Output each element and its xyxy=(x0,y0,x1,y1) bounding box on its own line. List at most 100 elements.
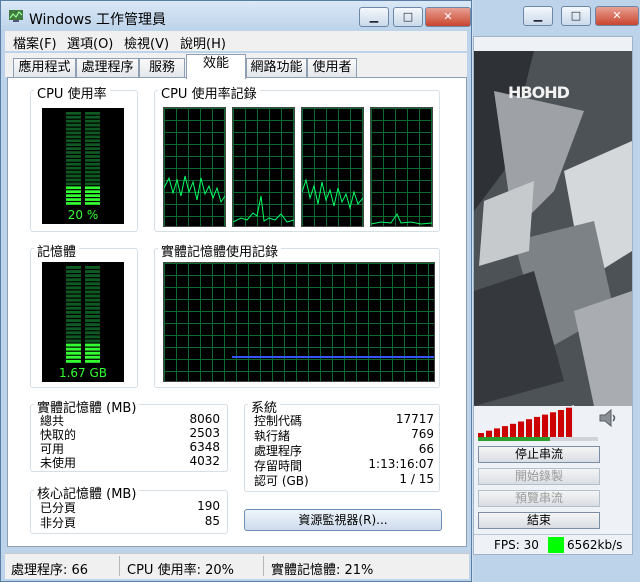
cpu-meter-segment-on xyxy=(66,186,81,190)
video-frame[interactable]: HBOHD xyxy=(474,51,632,406)
stop-stream-button[interactable]: 停止串流 xyxy=(478,446,600,463)
cpu-meter-segment-off xyxy=(66,135,81,139)
status-bar: 處理程序: 66 CPU 使用率: 20% 實體記憶體: 21% xyxy=(5,553,469,579)
cpu-meter-segment-off xyxy=(85,123,100,127)
cpu-meter-segment-off xyxy=(66,143,81,146)
cpu-meter-segment-off xyxy=(66,162,81,166)
speaker-icon[interactable] xyxy=(598,407,620,432)
memory-meter-segment-on xyxy=(85,359,100,363)
app-icon xyxy=(9,10,23,22)
cpu-meter-segment-on xyxy=(85,198,100,201)
memory-history-line xyxy=(232,356,434,358)
close-button[interactable]: ✕ xyxy=(425,7,471,27)
status-divider xyxy=(263,556,264,576)
player-body: HBOHD 停止串流 開始錄製 預覽串流 結束 FPS: 30 6562kb/s xyxy=(473,36,633,555)
cpu-meter-segment-off xyxy=(85,131,100,135)
cpu-history-graph-core2 xyxy=(232,107,295,227)
player-close-button[interactable]: ✕ xyxy=(595,6,639,26)
memory-meter-segment-on xyxy=(85,347,100,351)
preview-stream-button[interactable]: 預覽串流 xyxy=(478,490,600,507)
cpu-meter-segment-off xyxy=(66,174,81,178)
tab-networking[interactable]: 網路功能 xyxy=(246,58,307,78)
volume-bar xyxy=(550,412,556,437)
memory-meter-segment-off xyxy=(85,306,100,310)
memory-meter-segment-off xyxy=(85,278,100,282)
start-recording-button[interactable]: 開始錄製 xyxy=(478,468,600,485)
cpu-usage-label: CPU 使用率 xyxy=(34,83,110,102)
maximize-button[interactable]: □ xyxy=(393,7,423,27)
menu-options[interactable]: 選項(O) xyxy=(67,33,113,52)
task-manager-window: Windows 工作管理員 ▁ □ ✕ 檔案(F) 選項(O) 檢視(V) 說明… xyxy=(0,0,472,582)
memory-meter-segment-off xyxy=(85,310,100,314)
cpu-meter-bars xyxy=(66,112,100,205)
cpu-meter-segment-off xyxy=(66,127,81,131)
title-bar[interactable]: Windows 工作管理員 ▁ □ ✕ xyxy=(1,1,471,31)
volume-bar xyxy=(558,410,564,437)
memory-meter-segment-off xyxy=(85,302,100,306)
volume-bar xyxy=(566,407,572,437)
volume-bars xyxy=(478,407,572,437)
player-minimize-button[interactable]: ▁ xyxy=(523,6,553,26)
memory-meter-segment-on xyxy=(66,359,81,363)
memory-meter-segment-off xyxy=(85,286,100,290)
memory-meter-segment-on xyxy=(85,351,100,355)
menu-view[interactable]: 檢視(V) xyxy=(124,33,169,52)
memory-meter-segment-off xyxy=(66,298,81,302)
cpu-meter-segment-off xyxy=(85,143,100,146)
memory-meter-segment-off xyxy=(66,282,81,286)
tab-processes[interactable]: 處理程序 xyxy=(76,58,139,78)
memory-meter-segment-off xyxy=(85,298,100,302)
memory-meter-segment-off xyxy=(66,270,81,273)
exit-button[interactable]: 結束 xyxy=(478,512,600,529)
cpu-meter-segment-off xyxy=(66,182,81,186)
memory-meter-segment-on xyxy=(66,351,81,355)
memory-meter-segment-off xyxy=(85,266,100,269)
channel-logo: HBOHD xyxy=(508,83,570,102)
cpu-meter-segment-off xyxy=(66,112,81,115)
minimize-button[interactable]: ▁ xyxy=(359,7,389,27)
memory-meter-segment-off xyxy=(66,331,81,335)
memory-meter-segment-on xyxy=(66,347,81,351)
tab-users[interactable]: 使用者 xyxy=(307,58,357,78)
memory-meter-segment-off xyxy=(85,319,100,322)
resource-monitor-button[interactable]: 資源監視器(R)... xyxy=(244,509,442,531)
kernel-nonpaged-row: 非分頁 85 xyxy=(40,514,220,530)
cpu-history-label: CPU 使用率記錄 xyxy=(158,83,260,102)
volume-bar xyxy=(542,414,548,437)
audio-level-meter xyxy=(478,437,598,441)
cpu-meter-segment-off xyxy=(66,178,81,182)
memory-meter-segment-on xyxy=(66,355,81,359)
cpu-meter-segment-off xyxy=(85,170,100,174)
tab-performance[interactable]: 效能 xyxy=(186,54,246,79)
cpu-meter-segment-off xyxy=(66,147,81,150)
cpu-meter-segment-off xyxy=(85,162,100,166)
tab-services[interactable]: 服務 xyxy=(139,58,185,78)
memory-meter-segment-off xyxy=(66,319,81,322)
window-title: Windows 工作管理員 xyxy=(29,12,166,28)
performance-panel: CPU 使用率 20 % CPU 使用率記錄 記憶體 1.67 GB 實體記憶體… xyxy=(7,77,467,547)
memory-meter-segment-off xyxy=(66,315,81,318)
cpu-history-graph-core4 xyxy=(370,107,433,227)
player-maximize-button[interactable]: □ xyxy=(561,6,591,26)
cpu-meter-segment-off xyxy=(85,115,100,119)
menu-file[interactable]: 檔案(F) xyxy=(13,33,57,52)
status-processes: 處理程序: 66 xyxy=(11,563,89,578)
tab-applications[interactable]: 應用程式 xyxy=(13,58,76,78)
memory-meter-segment-on xyxy=(85,343,100,347)
memory-meter-segment-off xyxy=(85,282,100,286)
cpu-meter-segment-off xyxy=(85,174,100,178)
system-commit-row: 認可 (GB) 1 / 15 xyxy=(254,472,434,488)
memory-meter-segment-off xyxy=(66,286,81,290)
cpu-meter-segment-off xyxy=(85,112,100,115)
physical-memory-free-row: 未使用 4032 xyxy=(40,454,220,470)
memory-meter-segment-off xyxy=(85,315,100,318)
memory-history-label: 實體記憶體使用記錄 xyxy=(158,241,282,260)
memory-meter-segment-off xyxy=(85,339,100,343)
cpu-meter-segment-off xyxy=(66,155,81,158)
bitrate-readout: 6562kb/s xyxy=(567,538,623,552)
cpu-meter-segment-on xyxy=(66,198,81,201)
cpu-meter-segment-off xyxy=(66,166,81,170)
memory-meter-segment-off xyxy=(85,331,100,335)
cpu-meter-segment-off xyxy=(66,123,81,127)
menu-help[interactable]: 說明(H) xyxy=(180,33,226,52)
